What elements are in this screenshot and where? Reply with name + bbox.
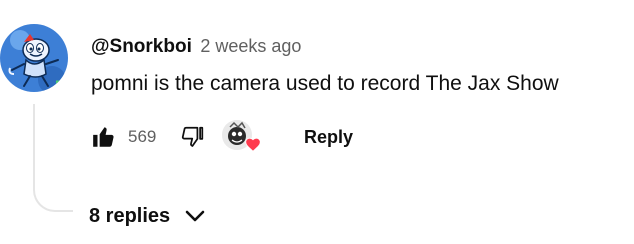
thumbs-down-icon (181, 126, 204, 147)
view-replies-button[interactable]: 8 replies (89, 202, 206, 230)
comment-header: @Snorkboi 2 weeks ago (91, 34, 301, 60)
author-name[interactable]: @Snorkboi (91, 36, 192, 57)
author-avatar[interactable] (0, 24, 68, 92)
reply-button[interactable]: Reply (300, 121, 357, 154)
chevron-down-icon (184, 209, 206, 223)
thread-line (33, 104, 73, 212)
creator-heart-badge (222, 118, 268, 156)
comment-text: pomni is the camera used to record The J… (91, 72, 559, 95)
comment-actions: 569 Reply (86, 118, 357, 156)
heart-icon (245, 137, 261, 152)
like-count: 569 (128, 127, 157, 146)
comment-timestamp[interactable]: 2 weeks ago (200, 36, 301, 56)
like-button[interactable] (86, 119, 122, 155)
replies-count-label: 8 replies (89, 204, 171, 227)
thumbs-up-icon (93, 127, 114, 147)
dislike-button[interactable] (174, 119, 210, 155)
